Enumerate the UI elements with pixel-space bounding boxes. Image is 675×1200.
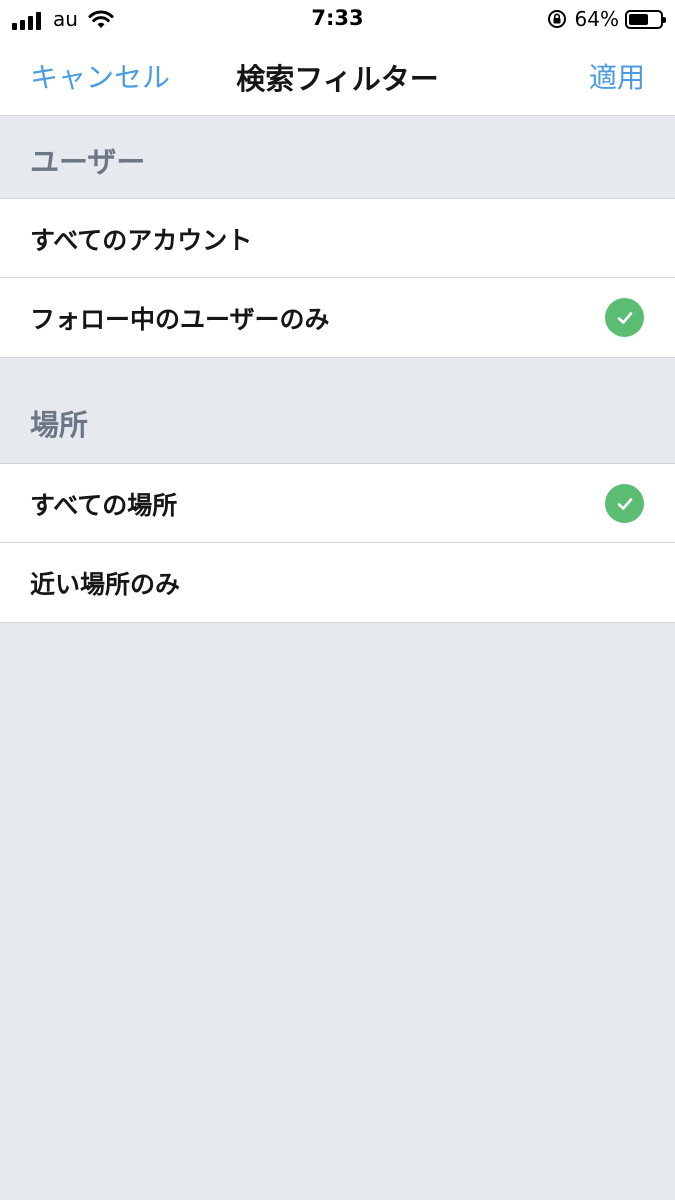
checkmark-icon [605, 484, 644, 523]
status-right: 64% [547, 7, 666, 31]
section-header-users: ユーザー [0, 117, 675, 198]
battery-percent: 64% [574, 7, 619, 31]
section-title-users: ユーザー [30, 145, 146, 179]
option-label: すべてのアカウント [30, 226, 253, 255]
option-label: すべての場所 [30, 491, 178, 520]
battery-icon [625, 9, 666, 29]
checkmark-icon [605, 298, 644, 337]
option-all-accounts[interactable]: すべてのアカウント [0, 198, 675, 278]
nav-bar: キャンセル 検索フィルター 適用 [0, 38, 675, 116]
status-bar: au 7:33 64% [0, 0, 675, 38]
option-nearby-only[interactable]: 近い場所のみ [0, 543, 675, 623]
option-label: 近い場所のみ [30, 570, 181, 599]
option-label: フォロー中のユーザーのみ [30, 305, 330, 334]
section-header-location: 場所 [0, 358, 675, 463]
battery-fill [629, 13, 649, 25]
option-all-locations[interactable]: すべての場所 [0, 463, 675, 543]
section-title-location: 場所 [30, 408, 89, 442]
cancel-button[interactable]: キャンセル [30, 56, 170, 96]
rotation-lock-icon [547, 10, 566, 28]
option-following-only[interactable]: フォロー中のユーザーのみ [0, 278, 675, 358]
apply-button[interactable]: 適用 [589, 56, 645, 96]
